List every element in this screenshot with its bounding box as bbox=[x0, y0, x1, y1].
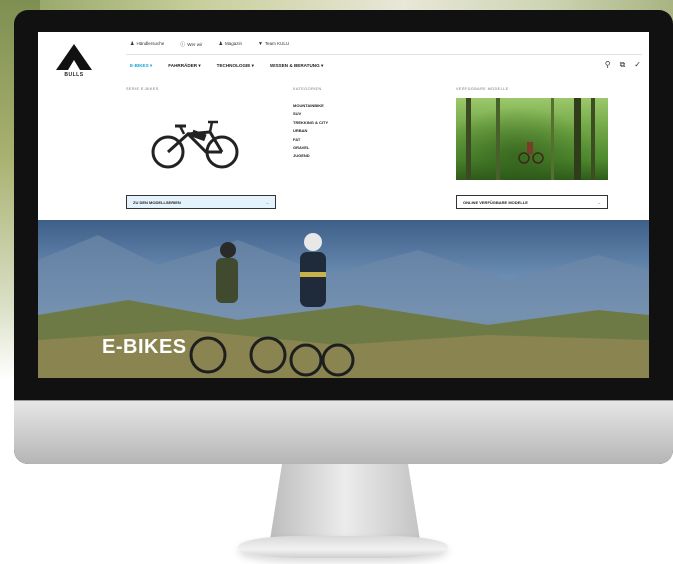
category-link[interactable]: SUV bbox=[293, 110, 328, 118]
category-list: MOUNTAINBIKE SUV TREKKING & CITY URBAN F… bbox=[293, 102, 328, 161]
category-link[interactable]: MOUNTAINBIKE bbox=[293, 102, 328, 110]
person-icon: ♟ bbox=[130, 41, 135, 47]
category-link[interactable]: TREKKING & CITY bbox=[293, 119, 328, 127]
forest-rider-photo[interactable] bbox=[456, 98, 608, 180]
ebike-image[interactable] bbox=[146, 112, 246, 172]
utility-links: ♟ Händlersuche ⓘ Wer wir ♟ Magazin ▼ Team KU… bbox=[130, 41, 289, 48]
nav-item-knowledge[interactable]: WISSEN & BERATUNG ▾ bbox=[270, 63, 323, 69]
utility-link-about[interactable]: ⓘ Wer wir bbox=[180, 41, 202, 48]
chevron-down-icon: ▾ bbox=[198, 63, 201, 68]
hero-title: E-BIKES bbox=[102, 336, 187, 358]
main-nav: E-BIKES ▾ FAHRRÄDER ▾ TECHNOLOGIE ▾ WISS… bbox=[130, 63, 323, 69]
utility-link-dealer[interactable]: ♟ Händlersuche bbox=[130, 41, 164, 48]
website-screen: BULLS ♟ Händlersuche ⓘ Wer wir ♟ Magazin ▼ T… bbox=[38, 32, 649, 378]
compare-icon[interactable]: ⧉ bbox=[620, 60, 626, 70]
nav-item-bikes[interactable]: FAHRRÄDER ▾ bbox=[168, 63, 200, 69]
nav-item-ebikes[interactable]: E-BIKES ▾ bbox=[130, 63, 152, 69]
series-models-button[interactable]: ZU DEN MODELLSERIEN → bbox=[126, 195, 276, 209]
menu-heading-categories: KATEGORIEN bbox=[293, 87, 322, 91]
info-icon: ⓘ bbox=[180, 42, 186, 48]
hero-banner[interactable]: E-BIKES bbox=[38, 220, 649, 378]
checkmark-icon[interactable]: ✓ bbox=[634, 60, 641, 70]
utility-link-magazine[interactable]: ♟ Magazin bbox=[218, 41, 242, 48]
category-link[interactable]: URBAN bbox=[293, 127, 328, 135]
chevron-down-icon: ▾ bbox=[320, 63, 324, 68]
category-link[interactable]: JUGEND bbox=[293, 152, 328, 160]
person-icon: ♟ bbox=[218, 41, 223, 47]
nav-tools: ⚲ ⧉ ✓ bbox=[605, 60, 641, 70]
menu-heading-available: VERFÜGBARE MODELLE bbox=[456, 87, 509, 91]
header-divider bbox=[126, 54, 642, 55]
category-link[interactable]: GRAVEL bbox=[293, 144, 328, 152]
monitor-stand bbox=[270, 464, 420, 540]
nav-item-technology[interactable]: TECHNOLOGIE ▾ bbox=[217, 63, 254, 69]
chevron-down-icon: ▾ bbox=[251, 63, 254, 68]
utility-link-team[interactable]: ▼ Team KULU bbox=[258, 41, 289, 48]
monitor-base bbox=[238, 536, 448, 558]
trophy-icon: ▼ bbox=[257, 41, 263, 47]
forest-photo-art bbox=[466, 98, 595, 180]
arrow-right-icon: → bbox=[265, 199, 269, 205]
brand-logo-text: BULLS bbox=[64, 72, 84, 78]
chevron-down-icon: ▾ bbox=[149, 63, 153, 68]
search-icon[interactable]: ⚲ bbox=[605, 60, 611, 70]
menu-heading-series: SERIE E-BIKES bbox=[126, 87, 159, 91]
monitor-chin bbox=[14, 400, 673, 464]
arrow-right-icon: → bbox=[597, 199, 601, 205]
available-models-button[interactable]: ONLINE VERFÜGBARE MODELLE → bbox=[456, 195, 608, 209]
monitor: BULLS ♟ Händlersuche ⓘ Wer wir ♟ Magazin ▼ T… bbox=[14, 10, 673, 464]
category-link[interactable]: FAT bbox=[293, 136, 328, 144]
